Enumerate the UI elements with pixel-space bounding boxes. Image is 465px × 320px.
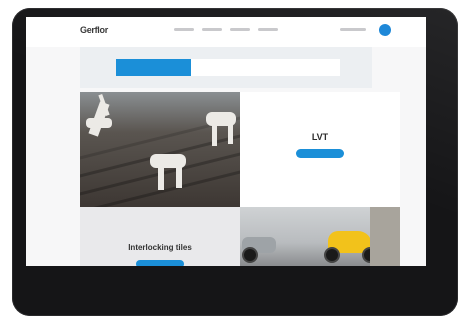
tab-2[interactable]	[191, 59, 266, 76]
interlocking-tiles-title: Interlocking tiles	[128, 243, 192, 252]
nav-item-1[interactable]	[174, 28, 194, 31]
lvt-discover-button[interactable]	[296, 149, 344, 158]
category-tabstrip	[80, 47, 372, 88]
nav-item-2[interactable]	[202, 28, 222, 31]
nav-item-4[interactable]	[258, 28, 278, 31]
site-header: Gerflor	[26, 17, 426, 47]
tab-3[interactable]	[265, 59, 340, 76]
lvt-panel: LVT	[240, 92, 400, 207]
device-bottom-bezel	[12, 266, 458, 316]
nav-item-3[interactable]	[230, 28, 250, 31]
browser-screen: Gerflor LVT Interlocking tiles	[26, 17, 426, 266]
category-tabs	[116, 59, 340, 76]
user-icon[interactable]	[379, 24, 391, 36]
signin-link[interactable]	[340, 28, 366, 31]
site-logo[interactable]: Gerflor	[80, 25, 108, 35]
tab-1[interactable]	[116, 59, 191, 76]
main-nav	[174, 28, 278, 31]
interlocking-tiles-panel: Interlocking tiles	[80, 207, 240, 266]
lvt-floor-image	[80, 92, 240, 207]
lvt-title: LVT	[311, 132, 329, 142]
garage-floor-image	[240, 207, 400, 266]
product-grid: LVT Interlocking tiles	[80, 92, 400, 266]
